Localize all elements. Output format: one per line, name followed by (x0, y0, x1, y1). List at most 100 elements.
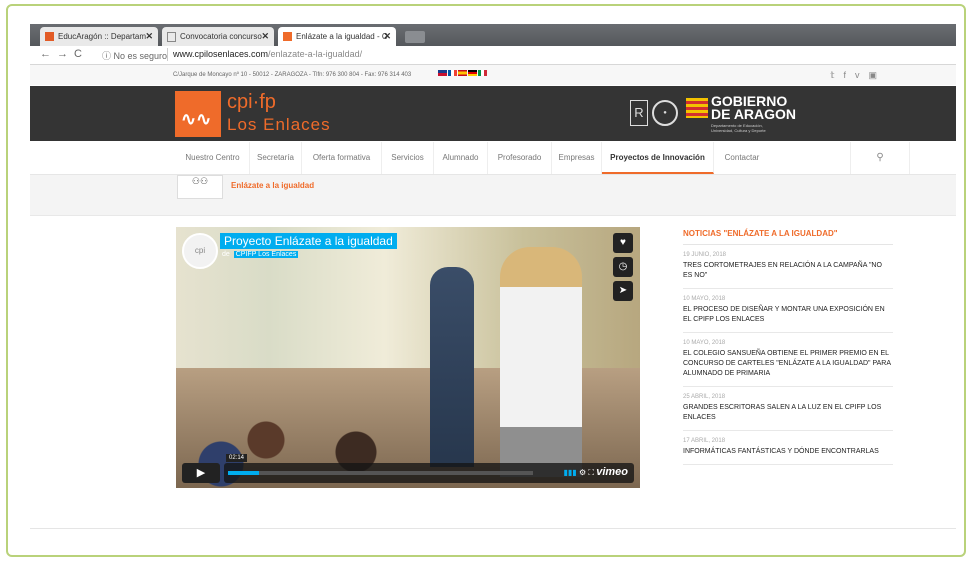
news-title-link[interactable]: EL COLEGIO SANSUEÑA OBTIENE EL PRIMER PR… (683, 349, 893, 379)
flag-fr-icon[interactable] (448, 70, 457, 76)
menu-item-oferta-formativa[interactable]: Oferta formativa (302, 142, 382, 174)
video-title[interactable]: Proyecto Enlázate a la igualdad (220, 233, 397, 249)
news-title-link[interactable]: EL PROCESO DE DISEÑAR Y MONTAR UNA EXPOS… (683, 305, 893, 325)
video-frame-man (430, 267, 474, 467)
reload-icon[interactable]: C (74, 48, 88, 60)
watch-later-clock-icon[interactable]: ◷ (613, 257, 633, 277)
news-date: 10 MAYO, 2018 (683, 340, 726, 346)
volume-icon[interactable]: ▮▮▮ (564, 468, 577, 477)
news-title-link[interactable]: GRANDES ESCRITORAS SALEN A LA LUZ EN EL … (683, 403, 893, 423)
browser-tab-strip: EducAragón :: Departam ✕ Convocatoria co… (30, 24, 956, 46)
url-domain: www.cpilosenlaces.com (173, 49, 269, 59)
footer-divider (30, 528, 956, 529)
menu-item-servicios[interactable]: Servicios (382, 142, 434, 174)
video-progress-area: 02:14 ▮▮▮ ⚙ ⛶ vimeo (224, 454, 634, 483)
menu-item-proyectos-de-innovacion[interactable]: Proyectos de Innovación (602, 142, 714, 174)
flag-en-icon[interactable] (438, 70, 447, 76)
news-item: 25 ABRIL, 2018 GRANDES ESCRITORAS SALEN … (683, 387, 893, 431)
flag-de-icon[interactable] (468, 70, 477, 76)
flag-es-icon[interactable] (458, 70, 467, 76)
progress-fill (228, 471, 259, 475)
site-header: ∿∿ cpi·fp Los Enlaces R ● GOBIERNO DE AR… (30, 86, 956, 141)
gov-name: GOBIERNO DE ARAGON (711, 93, 797, 122)
main-menu: Nuestro Centro Secretaría Oferta formati… (30, 142, 956, 175)
back-icon[interactable]: ← (40, 48, 57, 60)
settings-gear-icon[interactable]: ⚙ (579, 468, 586, 477)
video-frame-woman (500, 247, 582, 477)
player-right-controls: ▮▮▮ ⚙ ⛶ vimeo (564, 466, 629, 478)
search-icon[interactable]: ⚲ (850, 142, 910, 174)
news-date: 17 ABRIL, 2018 (683, 438, 726, 444)
social-links: 𝕥fv▣ (830, 70, 886, 81)
forward-icon[interactable]: → (57, 48, 74, 60)
vimeo-logo[interactable]: vimeo (596, 466, 628, 478)
news-heading: NOTICIAS "ENLÁZATE A LA IGUALDAD" (683, 229, 893, 245)
news-date: 25 ABRIL, 2018 (683, 394, 726, 400)
navigation-buttons: ←→C (40, 48, 88, 60)
menu-item-secretaria[interactable]: Secretaría (250, 142, 302, 174)
project-logo-icon: ⚇⚇ (177, 175, 223, 199)
vimeo-icon[interactable]: v (855, 70, 869, 80)
menu-item-contactar[interactable]: Contactar (714, 142, 770, 174)
security-indicator[interactable]: ⓘ No es seguro (102, 49, 167, 62)
flag-it-icon[interactable] (478, 70, 487, 76)
close-tab-icon[interactable]: ✕ (145, 27, 153, 46)
logo-text-sub[interactable]: Los Enlaces (227, 115, 331, 135)
news-date: 10 MAYO, 2018 (683, 296, 726, 302)
page-title-bar: ⚇⚇ Enlázate a la igualdad (30, 175, 956, 216)
news-item: 10 MAYO, 2018 EL PROCESO DE DISEÑAR Y MO… (683, 289, 893, 333)
url-path: /enlazate-a-la-igualdad/ (268, 49, 363, 59)
play-icon[interactable]: ▶ (182, 463, 220, 483)
browser-tab-enlazate[interactable]: Enlázate a la igualdad - C ✕ (278, 27, 396, 46)
new-tab-button[interactable] (405, 31, 425, 43)
document-favicon-icon (167, 32, 176, 42)
cpifp-logo-icon[interactable]: ∿∿ (175, 91, 221, 137)
address-bar: ←→C ⓘ No es seguro www.cpilosenlaces.com… (30, 46, 956, 65)
page-title: Enlázate a la igualdad (231, 181, 315, 190)
twitter-icon[interactable]: 𝕥 (830, 70, 843, 80)
news-sidebar: NOTICIAS "ENLÁZATE A LA IGUALDAD" 19 JUN… (683, 229, 893, 465)
facebook-icon[interactable]: f (843, 70, 855, 80)
video-byline: de CPIFP Los Enlaces (220, 251, 299, 258)
quality-badge-icon: R (630, 100, 648, 126)
menu-item-nuestro-centro[interactable]: Nuestro Centro (176, 142, 250, 174)
security-label: No es seguro (113, 51, 168, 61)
news-date: 19 JUNIO, 2018 (683, 252, 727, 258)
tab-label: Enlázate a la igualdad - C (296, 32, 388, 41)
news-title-link[interactable]: INFORMÁTICAS FANTÁSTICAS Y DÓNDE ENCONTR… (683, 447, 893, 457)
progress-track[interactable] (228, 471, 533, 475)
browser-tab-convocatoria[interactable]: Convocatoria concurso ✕ (162, 27, 274, 46)
tab-label: Convocatoria concurso (180, 32, 262, 41)
logo-text-main[interactable]: cpi·fp (227, 91, 276, 114)
news-item: 17 ABRIL, 2018 INFORMÁTICAS FANTÁSTICAS … (683, 431, 893, 465)
menu-item-alumnado[interactable]: Alumnado (434, 142, 488, 174)
educaragon-favicon-icon (45, 32, 54, 41)
contact-bar: C/Jarque de Moncayo nº 10 - 50012 - ZARA… (30, 65, 956, 85)
vimeo-video-player[interactable]: cpi Proyecto Enlázate a la igualdad de C… (176, 227, 640, 488)
like-heart-icon[interactable]: ♥ (613, 233, 633, 253)
url-field[interactable]: www.cpilosenlaces.com/enlazate-a-la-igua… (173, 49, 362, 59)
byline-channel[interactable]: CPIFP Los Enlaces (233, 251, 299, 258)
tab-label: EducAragón :: Departam (58, 32, 147, 41)
channel-avatar[interactable]: cpi (182, 233, 218, 269)
contact-info: C/Jarque de Moncayo nº 10 - 50012 - ZARA… (173, 72, 412, 78)
news-item: 19 JUNIO, 2018 TRES CORTOMETRAJES EN REL… (683, 245, 893, 289)
gov-department: Departamento de Educación, Universidad, … (711, 123, 766, 133)
close-tab-icon[interactable]: ✕ (383, 27, 391, 46)
video-controls: ▶ 02:14 ▮▮▮ ⚙ ⛶ vimeo (182, 454, 634, 483)
news-title-link[interactable]: TRES CORTOMETRAJES EN RELACIÓN A LA CAMP… (683, 261, 893, 281)
aragon-flag-icon (686, 98, 708, 118)
news-item: 10 MAYO, 2018 EL COLEGIO SANSUEÑA OBTIEN… (683, 333, 893, 387)
browser-tab-educaragon[interactable]: EducAragón :: Departam ✕ (40, 27, 158, 46)
address-divider (167, 48, 168, 61)
fullscreen-icon[interactable]: ⛶ (588, 468, 594, 477)
byline-prefix: de (222, 251, 230, 258)
close-tab-icon[interactable]: ✕ (261, 27, 269, 46)
share-paper-plane-icon[interactable]: ➤ (613, 281, 633, 301)
certification-seal-icon: ● (652, 100, 678, 126)
menu-item-profesorado[interactable]: Profesorado (488, 142, 552, 174)
language-flags (438, 70, 488, 77)
video-time: 02:14 (226, 454, 248, 462)
youtube-icon[interactable]: ▣ (868, 70, 886, 80)
menu-item-empresas[interactable]: Empresas (552, 142, 602, 174)
